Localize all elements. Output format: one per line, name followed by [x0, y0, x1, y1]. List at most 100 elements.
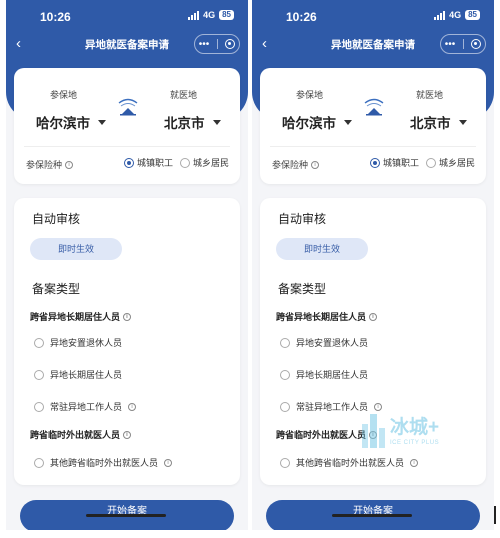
battery-icon: 85: [465, 10, 480, 20]
medical-place-select[interactable]: 北京市: [164, 112, 221, 132]
close-target-icon[interactable]: [225, 39, 236, 49]
info-icon[interactable]: i: [311, 160, 320, 169]
insurance-option-resident[interactable]: 城乡居民: [426, 156, 475, 169]
group-title-text: 跨省临时外出就医人员: [30, 430, 121, 440]
medical-place-label: 就医地: [170, 90, 198, 100]
option-resident-worker[interactable]: 常驻异地工作人员 i: [280, 400, 383, 413]
group-title-text: 跨省异地长期居住人员: [276, 312, 367, 322]
location-card: 参保地 就医地 哈尔滨市 北京市 参保险种 i 城镇职工 城乡居民: [260, 68, 486, 184]
radio-unchecked-icon[interactable]: [280, 457, 290, 468]
navbar: ‹ 异地就医备案申请 •••: [252, 34, 494, 56]
option-resident-worker[interactable]: 常驻异地工作人员 i: [34, 400, 137, 413]
option-label: 常驻异地工作人员: [50, 402, 123, 412]
network-label: 4G: [449, 10, 462, 20]
insured-place-select[interactable]: 哈尔滨市: [282, 112, 352, 132]
status-time: 10:26: [286, 10, 317, 24]
group-title-text: 跨省异地长期居住人员: [30, 312, 121, 322]
status-bar: 10:26 4G 85: [252, 8, 494, 26]
radio-unchecked-icon[interactable]: [280, 401, 290, 412]
radio-unchecked-icon[interactable]: [180, 157, 190, 168]
option-long-term-resident[interactable]: 异地长期居住人员: [280, 368, 368, 381]
location-card: 参保地 就医地 哈尔滨市 北京市 参保险种 i 城镇职工 城乡居民: [14, 68, 240, 184]
navbar: ‹ 异地就医备案申请 •••: [6, 34, 248, 56]
option-resettled-retiree[interactable]: 异地安置退休人员: [34, 336, 122, 349]
radio-unchecked-icon[interactable]: [280, 369, 290, 380]
option-label: 异地长期居住人员: [296, 370, 369, 380]
radio-unchecked-icon[interactable]: [34, 337, 44, 348]
status-time: 10:26: [40, 10, 71, 24]
radio-checked-icon[interactable]: [370, 157, 380, 168]
info-icon[interactable]: i: [164, 458, 173, 467]
option-label: 异地安置退休人员: [296, 338, 369, 348]
option-label: 其他跨省临时外出就医人员: [50, 458, 159, 468]
home-indicator: [86, 514, 166, 517]
caret-down-icon: [212, 119, 221, 125]
radio-unchecked-icon[interactable]: [34, 401, 44, 412]
status-bar: 10:26 4G 85: [6, 8, 248, 26]
signal-icon: [434, 10, 446, 20]
medical-place-label: 就医地: [416, 90, 444, 100]
group-title-temporary: 跨省临时外出就医人员 i: [30, 428, 132, 441]
radio-unchecked-icon[interactable]: [34, 457, 44, 468]
mini-program-capsule: •••: [440, 34, 486, 54]
medical-place-select[interactable]: 北京市: [410, 112, 467, 132]
instant-effect-badge: 即时生效: [276, 238, 368, 260]
phone-screen-right: 10:26 4G 85 ‹ 异地就医备案申请 ••• 参保地 就医地 哈尔滨市: [252, 0, 494, 530]
more-icon[interactable]: •••: [445, 39, 456, 50]
divider: [270, 146, 476, 147]
medical-place-value: 北京市: [164, 116, 205, 131]
info-icon[interactable]: i: [123, 430, 132, 439]
radio-unchecked-icon[interactable]: [280, 337, 290, 348]
network-label: 4G: [203, 10, 216, 20]
filing-type-title: 备案类型: [32, 282, 81, 296]
instant-effect-badge: 即时生效: [30, 238, 122, 260]
more-icon[interactable]: •••: [199, 39, 210, 50]
info-icon[interactable]: i: [369, 312, 378, 321]
battery-icon: 85: [219, 10, 234, 20]
info-icon[interactable]: i: [374, 402, 383, 411]
text-cursor: [494, 506, 496, 524]
insured-place-value: 哈尔滨市: [36, 116, 90, 131]
radio-unchecked-icon[interactable]: [426, 157, 436, 168]
insured-place-label: 参保地: [50, 90, 78, 100]
filing-card: 自动审核 即时生效 备案类型 跨省异地长期居住人员 i 异地安置退休人员 异地长…: [14, 198, 240, 485]
auto-review-title: 自动审核: [32, 212, 81, 226]
plane-arc-icon: [118, 98, 138, 116]
insurance-type-label: 参保险种: [272, 160, 309, 170]
info-icon[interactable]: i: [128, 402, 137, 411]
caret-down-icon: [98, 119, 106, 125]
option-other-temporary[interactable]: 其他跨省临时外出就医人员 i: [280, 456, 419, 469]
info-icon[interactable]: i: [123, 312, 132, 321]
insured-place-value: 哈尔滨市: [282, 116, 336, 131]
divider: [24, 146, 230, 147]
signal-icon: [188, 10, 200, 20]
radio-checked-icon[interactable]: [124, 157, 134, 168]
option-resettled-retiree[interactable]: 异地安置退休人员: [280, 336, 368, 349]
filing-type-title: 备案类型: [278, 282, 327, 296]
insurance-option-label: 城乡居民: [193, 158, 230, 168]
phone-screen-left: 10:26 4G 85 ‹ 异地就医备案申请 ••• 参保地 就医地 哈尔滨市: [6, 0, 248, 530]
home-indicator: [332, 514, 412, 517]
option-long-term-resident[interactable]: 异地长期居住人员: [34, 368, 122, 381]
option-other-temporary[interactable]: 其他跨省临时外出就医人员 i: [34, 456, 173, 469]
insurance-option-urban-employee[interactable]: 城镇职工: [370, 156, 419, 169]
insurance-option-urban-employee[interactable]: 城镇职工: [124, 156, 173, 169]
info-icon[interactable]: i: [65, 160, 74, 169]
close-target-icon[interactable]: [471, 39, 482, 49]
caret-down-icon: [344, 119, 352, 125]
info-icon[interactable]: i: [369, 430, 378, 439]
mini-program-capsule: •••: [194, 34, 240, 54]
insured-place-select[interactable]: 哈尔滨市: [36, 112, 106, 132]
insurance-option-label: 城镇职工: [137, 158, 174, 168]
insurance-type-label-row: 参保险种 i: [26, 158, 74, 171]
option-label: 异地长期居住人员: [50, 370, 123, 380]
insurance-option-resident[interactable]: 城乡居民: [180, 156, 229, 169]
plane-arc-icon: [364, 98, 384, 116]
option-label: 常驻异地工作人员: [296, 402, 369, 412]
insurance-option-label: 城乡居民: [439, 158, 476, 168]
info-icon[interactable]: i: [410, 458, 419, 467]
caret-down-icon: [458, 119, 467, 125]
radio-unchecked-icon[interactable]: [34, 369, 44, 380]
auto-review-title: 自动审核: [278, 212, 327, 226]
group-title-text: 跨省临时外出就医人员: [276, 430, 367, 440]
